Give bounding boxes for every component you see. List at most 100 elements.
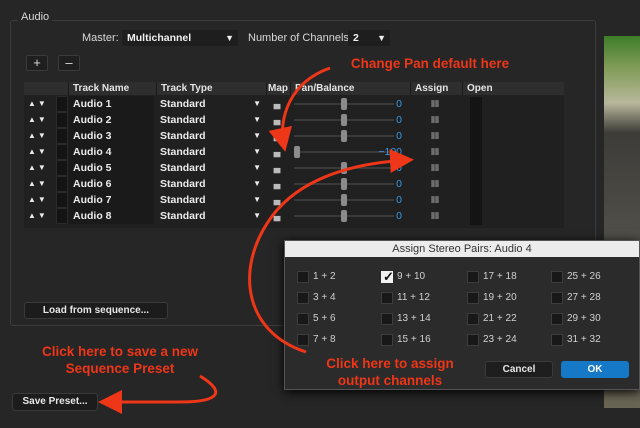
track-select-cell[interactable] — [56, 144, 68, 160]
pan-slider[interactable]: 0 — [290, 208, 408, 224]
move-up-down-icon[interactable]: ▲▼ — [24, 144, 56, 160]
pair-checkbox[interactable] — [297, 271, 309, 283]
header-assign[interactable]: Assign — [410, 82, 462, 95]
pan-slider[interactable]: 0 — [290, 160, 408, 176]
track-select-cell[interactable] — [56, 96, 68, 112]
track-select-cell[interactable] — [56, 128, 68, 144]
header-pan-balance[interactable]: Pan/Balance — [290, 82, 410, 95]
track-type-dropdown[interactable]: Standard ▼ — [156, 208, 264, 224]
track-select-cell[interactable] — [56, 176, 68, 192]
open-toggle[interactable] — [470, 161, 482, 177]
track-name[interactable]: Audio 4 — [68, 144, 154, 160]
track-type-dropdown[interactable]: Standard ▼ — [156, 128, 264, 144]
pair-checkbox[interactable] — [381, 334, 393, 346]
track-name[interactable]: Audio 1 — [68, 96, 154, 112]
pan-knob[interactable] — [294, 146, 300, 158]
map-icon[interactable]: ▗▖ — [266, 128, 288, 144]
pair-checkbox[interactable] — [381, 313, 393, 325]
pan-slider[interactable]: −100 — [290, 144, 408, 160]
open-toggle[interactable] — [470, 145, 482, 161]
track-name[interactable]: Audio 5 — [68, 160, 154, 176]
load-from-sequence-button[interactable]: Load from sequence... — [24, 302, 168, 319]
pair-checkbox[interactable] — [551, 313, 563, 325]
track-type-dropdown[interactable]: Standard ▼ — [156, 96, 264, 112]
save-preset-button[interactable]: Save Preset... — [12, 393, 98, 411]
pair-checkbox[interactable] — [297, 334, 309, 346]
pan-value[interactable]: 0 — [396, 208, 402, 224]
pan-slider[interactable]: 0 — [290, 176, 408, 192]
assign-icon[interactable]: ⦀⦀ — [410, 128, 460, 144]
pan-slider[interactable]: 0 — [290, 128, 408, 144]
pan-knob[interactable] — [341, 162, 347, 174]
pair-checkbox[interactable] — [467, 334, 479, 346]
pair-checkbox[interactable] — [297, 313, 309, 325]
pan-knob[interactable] — [341, 194, 347, 206]
track-name[interactable]: Audio 2 — [68, 112, 154, 128]
move-up-down-icon[interactable]: ▲▼ — [24, 208, 56, 224]
pan-knob[interactable] — [341, 210, 347, 222]
pan-value[interactable]: 0 — [396, 128, 402, 144]
pan-knob[interactable] — [341, 114, 347, 126]
pair-checkbox[interactable] — [551, 334, 563, 346]
track-type-dropdown[interactable]: Standard ▼ — [156, 176, 264, 192]
move-up-down-icon[interactable]: ▲▼ — [24, 112, 56, 128]
track-name[interactable]: Audio 3 — [68, 128, 154, 144]
pan-value[interactable]: 0 — [396, 160, 402, 176]
pan-value[interactable]: −100 — [378, 144, 402, 160]
pan-slider[interactable]: 0 — [290, 192, 408, 208]
pair-checkbox[interactable] — [381, 269, 394, 285]
move-up-down-icon[interactable]: ▲▼ — [24, 176, 56, 192]
pair-checkbox[interactable] — [551, 292, 563, 304]
track-type-dropdown[interactable]: Standard ▼ — [156, 112, 264, 128]
map-icon[interactable]: ▗▖ — [266, 176, 288, 192]
add-track-button[interactable]: + — [26, 55, 48, 71]
track-select-cell[interactable] — [56, 192, 68, 208]
map-icon[interactable]: ▗▖ — [266, 144, 288, 160]
pan-value[interactable]: 0 — [396, 192, 402, 208]
pair-checkbox[interactable] — [551, 271, 563, 283]
assign-icon[interactable]: ⦀⦀ — [410, 176, 460, 192]
pair-checkbox[interactable] — [467, 313, 479, 325]
pair-checkbox[interactable] — [297, 292, 309, 304]
pair-checkbox[interactable] — [467, 271, 479, 283]
move-up-down-icon[interactable]: ▲▼ — [24, 160, 56, 176]
assign-icon[interactable]: ⦀⦀ — [410, 192, 460, 208]
open-toggle[interactable] — [470, 209, 482, 225]
track-type-dropdown[interactable]: Standard ▼ — [156, 160, 264, 176]
header-track-name[interactable]: Track Name — [68, 82, 156, 95]
track-name[interactable]: Audio 7 — [68, 192, 154, 208]
pan-knob[interactable] — [341, 130, 347, 142]
track-type-dropdown[interactable]: Standard ▼ — [156, 144, 264, 160]
track-name[interactable]: Audio 6 — [68, 176, 154, 192]
cancel-button[interactable]: Cancel — [485, 361, 553, 378]
open-toggle[interactable] — [470, 177, 482, 193]
track-name[interactable]: Audio 8 — [68, 208, 154, 224]
open-toggle[interactable] — [470, 129, 482, 145]
map-icon[interactable]: ▗▖ — [266, 192, 288, 208]
assign-icon[interactable]: ⦀⦀ — [410, 96, 460, 112]
table-row[interactable]: ▲▼ Audio 3 Standard ▼ ▗▖ 0 ⦀⦀ — [24, 128, 564, 145]
header-track-type[interactable]: Track Type — [156, 82, 266, 95]
master-dropdown[interactable]: Multichannel ▼ — [122, 30, 238, 46]
table-row[interactable]: ▲▼ Audio 2 Standard ▼ ▗▖ 0 ⦀⦀ — [24, 112, 564, 129]
track-select-cell[interactable] — [56, 160, 68, 176]
header-open[interactable]: Open — [462, 82, 493, 95]
assign-icon[interactable]: ⦀⦀ — [410, 160, 460, 176]
table-row[interactable]: ▲▼ Audio 1 Standard ▼ ▗▖ 0 ⦀⦀ — [24, 96, 564, 113]
pan-knob[interactable] — [341, 98, 347, 110]
pan-slider[interactable]: 0 — [290, 112, 408, 128]
pan-slider[interactable]: 0 — [290, 96, 408, 112]
map-icon[interactable]: ▗▖ — [266, 160, 288, 176]
channels-dropdown[interactable]: 2 ▼ — [348, 30, 390, 46]
map-icon[interactable]: ▗▖ — [266, 208, 288, 224]
remove-track-button[interactable]: – — [58, 55, 80, 71]
table-row[interactable]: ▲▼ Audio 8 Standard ▼ ▗▖ 0 ⦀⦀ — [24, 208, 564, 225]
move-up-down-icon[interactable]: ▲▼ — [24, 128, 56, 144]
pan-value[interactable]: 0 — [396, 112, 402, 128]
track-select-cell[interactable] — [56, 112, 68, 128]
header-map[interactable]: Map — [266, 82, 290, 95]
track-select-cell[interactable] — [56, 208, 68, 224]
pan-value[interactable]: 0 — [396, 96, 402, 112]
map-icon[interactable]: ▗▖ — [266, 96, 288, 112]
table-row[interactable]: ▲▼ Audio 7 Standard ▼ ▗▖ 0 ⦀⦀ — [24, 192, 564, 209]
